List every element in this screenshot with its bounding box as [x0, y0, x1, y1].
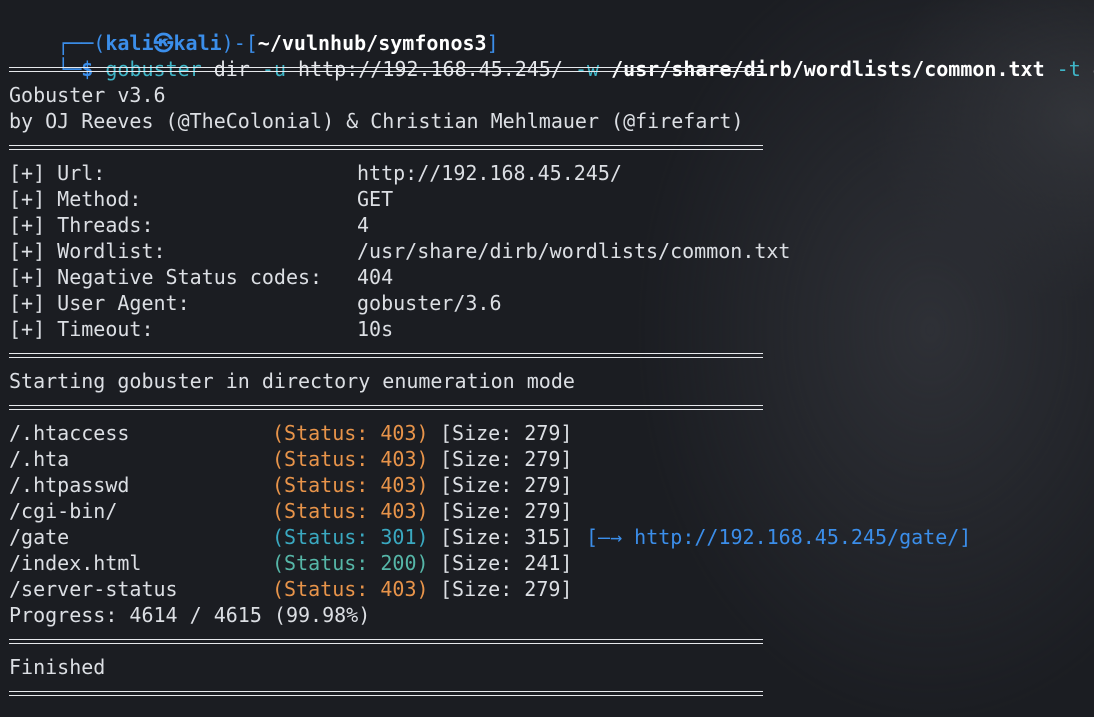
- result-path: /.hta: [9, 447, 70, 471]
- progress-line: Progress: 4614 / 4615 (99.98%): [9, 603, 371, 627]
- results-list: /.htaccess (Status: 403) [Size: 279] /.hta…: [9, 420, 1089, 602]
- result-status: (Status: 403): [272, 447, 429, 471]
- config-value: http://192.168.45.245/: [357, 161, 622, 185]
- result-status: (Status: 301): [272, 525, 429, 549]
- result-row: /.htaccess (Status: 403) [Size: 279]: [9, 420, 1089, 446]
- result-size: [Size: 279]: [440, 499, 573, 523]
- config-value: gobuster/3.6: [357, 291, 502, 315]
- result-status: (Status: 403): [272, 473, 429, 497]
- config-row: [+] Negative Status codes: 404: [9, 264, 1089, 290]
- result-size: [Size: 279]: [440, 447, 573, 471]
- terminal-window[interactable]: ┌──(kali㉿kali)-[~/vulnhub/symfonos3] └─$…: [9, 4, 1094, 706]
- result-row: /gate (Status: 301) [Size: 315] [—→ http://…: [9, 524, 1089, 550]
- finished-message: Finished: [9, 655, 106, 679]
- separator: [9, 628, 1089, 654]
- config-value: GET: [357, 187, 394, 211]
- config-value: 4: [357, 213, 370, 237]
- config-label: [+] Method:: [9, 187, 142, 211]
- result-path: /.htaccess: [9, 421, 130, 445]
- result-size: [Size: 279]: [440, 473, 573, 497]
- start-message: Starting gobuster in directory enumerati…: [9, 369, 575, 393]
- config-row: [+] Method: GET: [9, 186, 1089, 212]
- config-row: [+] Timeout: 10s: [9, 316, 1089, 342]
- result-path: /cgi-bin/: [9, 499, 118, 523]
- result-size: [Size: 315]: [440, 525, 573, 549]
- separator: [9, 56, 1089, 82]
- result-path: /index.html: [9, 551, 142, 575]
- config-label: [+] Timeout:: [9, 317, 154, 341]
- result-status: (Status: 403): [272, 577, 429, 601]
- banner-version: Gobuster v3.6: [9, 83, 166, 107]
- config-label: [+] Wordlist:: [9, 239, 166, 263]
- config-row: [+] Threads: 4: [9, 212, 1089, 238]
- prompt-line-1: ┌──(kali㉿kali)-[~/vulnhub/symfonos3]: [9, 4, 1089, 55]
- result-row: /.hta (Status: 403) [Size: 279]: [9, 446, 1089, 472]
- separator: [9, 342, 1089, 368]
- result-path: /server-status: [9, 577, 178, 601]
- config-row: [+] User Agent: gobuster/3.6: [9, 290, 1089, 316]
- result-row: /server-status (Status: 403) [Size: 279]: [9, 576, 1089, 602]
- config-label: [+] Url:: [9, 161, 106, 185]
- config-label: [+] User Agent:: [9, 291, 190, 315]
- result-row: /cgi-bin/ (Status: 403) [Size: 279]: [9, 498, 1089, 524]
- command-line[interactable]: └─$ gobuster dir -u http://192.168.45.24…: [9, 30, 1094, 81]
- config-value: 10s: [357, 317, 394, 341]
- separator: [9, 394, 1089, 420]
- config-block: [+] Url: http://192.168.45.245/ [+] Metho…: [9, 160, 1089, 342]
- result-status: (Status: 200): [272, 551, 429, 575]
- result-path: /.htpasswd: [9, 473, 130, 497]
- result-status: (Status: 403): [272, 421, 429, 445]
- result-redirect-link[interactable]: [—→ http://192.168.45.245/gate/]: [586, 524, 971, 550]
- separator: [9, 680, 1089, 706]
- result-path: /gate: [9, 525, 70, 549]
- result-status: (Status: 403): [272, 499, 429, 523]
- config-row: [+] Wordlist: /usr/share/dirb/wordlists/c…: [9, 238, 1089, 264]
- result-row: /.htpasswd (Status: 403) [Size: 279]: [9, 472, 1089, 498]
- config-label: [+] Threads:: [9, 213, 154, 237]
- result-size: [Size: 241]: [440, 551, 573, 575]
- banner-authors: by OJ Reeves (@TheColonial) & Christian …: [9, 109, 744, 133]
- result-size: [Size: 279]: [440, 421, 573, 445]
- config-row: [+] Url: http://192.168.45.245/: [9, 160, 1089, 186]
- result-row: /index.html (Status: 200) [Size: 241]: [9, 550, 1089, 576]
- config-label: [+] Negative Status codes:: [9, 265, 323, 289]
- config-value: 404: [357, 265, 394, 289]
- result-size: [Size: 279]: [440, 577, 573, 601]
- separator: [9, 134, 1089, 160]
- config-value: /usr/share/dirb/wordlists/common.txt: [357, 239, 791, 263]
